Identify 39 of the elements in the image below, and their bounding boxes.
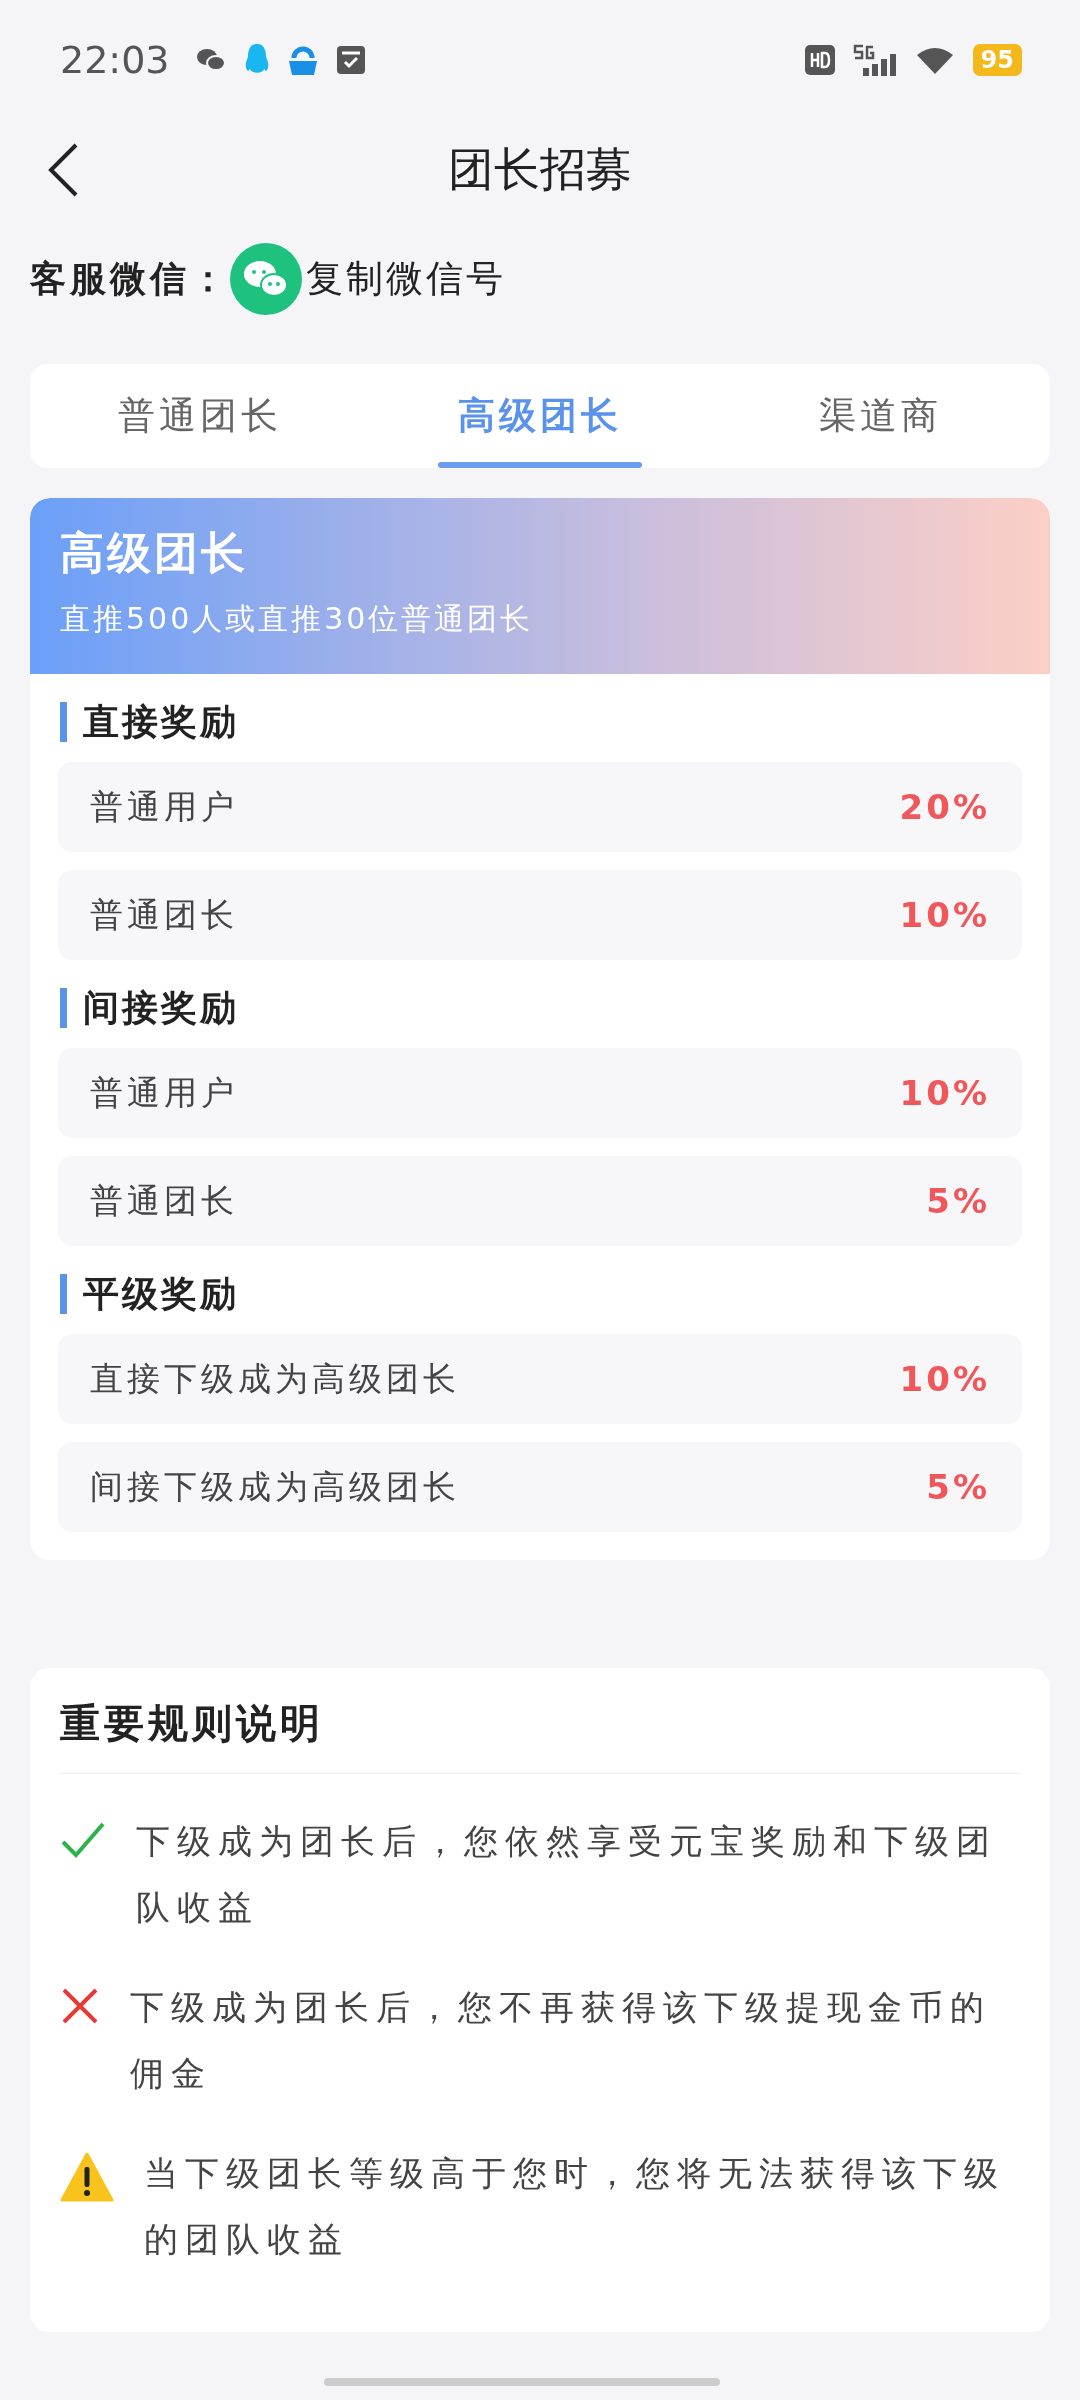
back-icon[interactable] xyxy=(46,142,80,198)
reward-name: 普通团长 xyxy=(90,1179,238,1222)
copy-wechat-button[interactable]: 复制微信号 xyxy=(230,243,506,315)
battery-level: 95 xyxy=(972,44,1022,76)
section-title: 间接奖励 xyxy=(60,988,239,1028)
rules-title: 重要规则说明 xyxy=(60,1696,1020,1774)
reward-name: 直接下级成为高级团长 xyxy=(90,1357,460,1400)
cross-icon xyxy=(60,1986,100,2026)
rule-text: 下级成为团长后，您不再获得该下级提现金币的佣金 xyxy=(130,1986,992,2095)
reward-name: 普通用户 xyxy=(90,1071,238,1114)
level-tab[interactable]: 高级团长 xyxy=(370,364,710,468)
reward-name: 普通用户 xyxy=(90,785,238,828)
rule-text: 当下级团长等级高于您时，您将无法获得该下级的团队收益 xyxy=(144,2152,1006,2261)
warning-icon xyxy=(60,2152,114,2202)
level-requirement: 直推500人或直推30位普通团长 xyxy=(60,600,535,638)
level-title: 高级团长 xyxy=(60,526,249,580)
reward-rate: 10% xyxy=(899,895,990,935)
wechat-icon xyxy=(230,243,302,315)
status-time: 22:03 xyxy=(60,38,170,82)
reward-rate: 5% xyxy=(926,1181,990,1221)
reward-rate: 10% xyxy=(899,1073,990,1113)
check-icon xyxy=(60,1820,106,1860)
level-tab[interactable]: 普通团长 xyxy=(30,364,370,468)
hd-icon xyxy=(804,45,835,75)
reward-rate: 20% xyxy=(899,787,990,827)
reward-name: 普通团长 xyxy=(90,893,238,936)
wifi-icon xyxy=(914,45,955,75)
level-tab[interactable]: 渠道商 xyxy=(710,364,1050,468)
page-title: 团长招募 xyxy=(448,141,632,198)
rule-text: 下级成为团长后，您依然享受元宝奖励和下级团队收益 xyxy=(136,1820,998,1929)
signal-icon xyxy=(852,44,897,76)
app-icon xyxy=(287,44,318,76)
contact-label: 客服微信： xyxy=(30,256,230,301)
reward-rate: 5% xyxy=(926,1467,990,1507)
inbox-icon xyxy=(335,45,366,75)
reward-rate: 10% xyxy=(899,1359,990,1399)
section-title: 直接奖励 xyxy=(60,702,239,742)
reward-name: 间接下级成为高级团长 xyxy=(90,1465,460,1508)
section-title: 平级奖励 xyxy=(60,1274,239,1314)
